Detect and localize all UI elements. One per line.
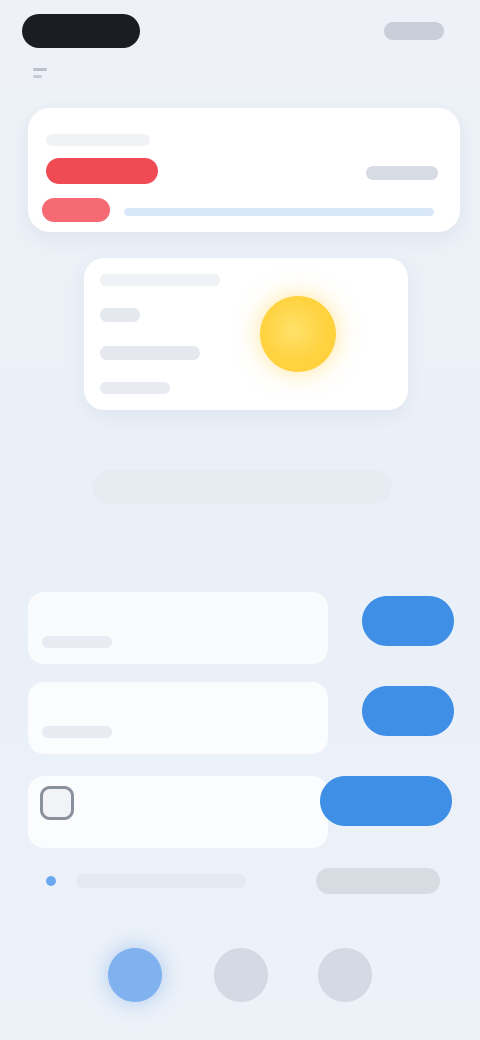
list-item-title (42, 696, 212, 718)
home-icon (108, 948, 162, 1002)
list-item-title (84, 792, 194, 814)
nav-discover-button[interactable] (214, 948, 268, 1002)
info-row (40, 862, 450, 902)
top-bar (0, 0, 480, 78)
nav-me-button[interactable] (318, 948, 372, 1002)
brand-pill[interactable] (22, 14, 140, 48)
alert-badge (46, 158, 158, 184)
nav-home-button[interactable] (108, 948, 162, 1002)
list-item-background (28, 592, 328, 664)
info-pill[interactable] (316, 868, 440, 894)
weather-temp (100, 308, 140, 322)
list-item-background (28, 682, 328, 754)
row-action-button[interactable] (362, 596, 454, 646)
alert-meta (366, 166, 438, 180)
list-item-title (42, 606, 212, 628)
weather-location (100, 274, 220, 286)
list-item-subtitle (42, 636, 112, 648)
page-indicator-bar (92, 470, 392, 504)
row-action-button[interactable] (362, 686, 454, 736)
list-item-subtitle (42, 726, 112, 738)
app-screen (0, 0, 480, 1040)
small-menu-icon[interactable] (30, 64, 50, 84)
weather-condition (100, 346, 200, 360)
row-action-button[interactable] (320, 776, 452, 826)
alert-overline (46, 134, 150, 146)
gear-icon (40, 786, 74, 820)
weather-range (100, 382, 170, 394)
list-item (28, 682, 468, 762)
info-text (76, 874, 246, 888)
alert-title (170, 160, 320, 182)
alert-secondary-badge (42, 198, 110, 222)
status-indicator (384, 22, 444, 40)
list-item (28, 776, 468, 856)
info-dot-icon (46, 876, 56, 886)
user-icon (318, 948, 372, 1002)
alert-card[interactable] (28, 108, 460, 232)
list-item (28, 592, 468, 672)
weather-card[interactable] (84, 258, 408, 410)
alert-progress-line (124, 208, 434, 216)
sun-icon (260, 296, 336, 372)
bottom-nav (0, 930, 480, 1020)
compass-icon (214, 948, 268, 1002)
section-title (22, 542, 212, 572)
